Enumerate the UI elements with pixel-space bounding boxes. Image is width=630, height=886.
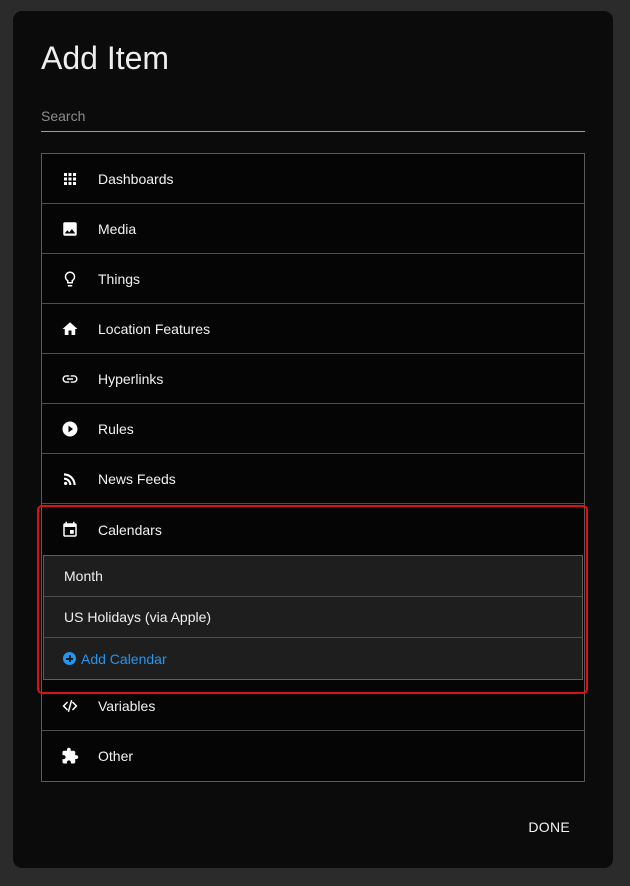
category-other[interactable]: Other (42, 731, 584, 781)
calendar-entry-label: Month (64, 568, 103, 584)
search-field (41, 103, 585, 132)
dialog-title: Add Item (41, 40, 170, 76)
puzzle-icon (61, 747, 79, 765)
category-label: Variables (98, 697, 156, 714)
category-label: News Feeds (98, 470, 176, 487)
category-label: Media (98, 220, 137, 237)
category-label: Dashboards (98, 170, 174, 187)
calendar-icon (61, 521, 79, 539)
category-label: Location Features (98, 320, 211, 337)
category-rules[interactable]: Rules (42, 404, 584, 454)
lightbulb-icon (61, 270, 79, 288)
add-calendar-label: Add Calendar (81, 650, 167, 667)
add-item-dialog: Add Item Dashboards Media Things (13, 11, 613, 868)
done-button[interactable]: DONE (528, 813, 570, 841)
code-icon (61, 697, 79, 715)
category-label: Things (98, 270, 141, 287)
calendars-submenu: Month US Holidays (via Apple) Add Calend… (43, 555, 583, 680)
category-things[interactable]: Things (42, 254, 584, 304)
play-circle-icon (61, 420, 79, 438)
link-icon (61, 370, 79, 388)
category-media[interactable]: Media (42, 204, 584, 254)
calendar-entry-label: US Holidays (via Apple) (64, 609, 212, 625)
search-input[interactable] (41, 103, 585, 129)
category-label: Calendars (98, 521, 162, 538)
category-label: Rules (98, 420, 134, 437)
item-category-list: Dashboards Media Things Location Feature… (41, 153, 585, 782)
category-hyperlinks[interactable]: Hyperlinks (42, 354, 584, 404)
image-icon (61, 220, 79, 238)
category-dashboards[interactable]: Dashboards (42, 154, 584, 204)
rss-icon (61, 470, 79, 488)
category-variables[interactable]: Variables (42, 681, 584, 731)
category-location-features[interactable]: Location Features (42, 304, 584, 354)
calendar-entry-us-holidays[interactable]: US Holidays (via Apple) (44, 597, 582, 638)
calendar-entry-month[interactable]: Month (44, 556, 582, 597)
category-label: Other (98, 748, 134, 764)
category-news-feeds[interactable]: News Feeds (42, 454, 584, 504)
grid-icon (61, 170, 79, 188)
category-label: Hyperlinks (98, 370, 164, 387)
category-calendars[interactable]: Calendars (42, 504, 584, 555)
home-icon (61, 320, 79, 338)
plus-circle-icon (63, 652, 76, 665)
add-calendar-button[interactable]: Add Calendar (44, 638, 582, 679)
